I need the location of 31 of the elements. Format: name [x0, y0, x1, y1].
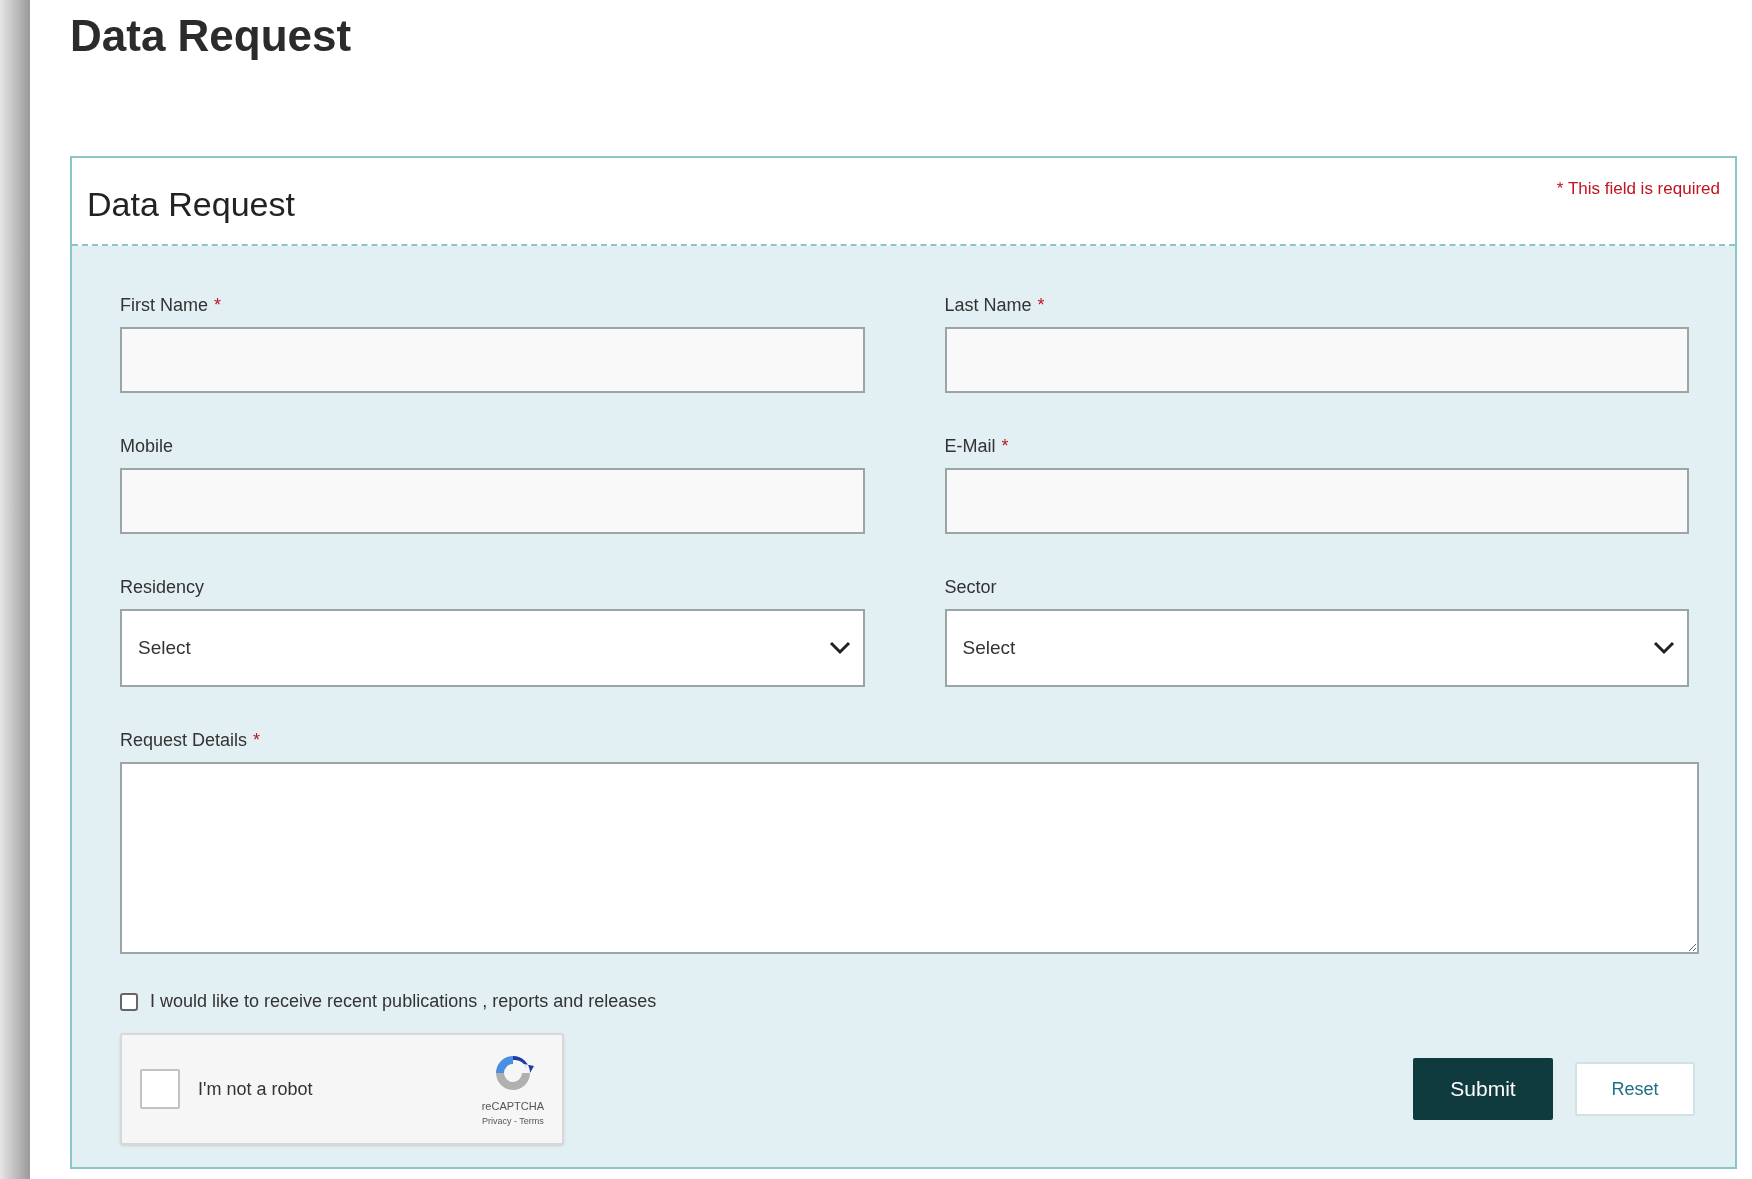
reset-button[interactable]: Reset — [1575, 1062, 1695, 1116]
checkbox-label: I would like to receive recent publications , reports and releases — [150, 990, 657, 1013]
captcha-brand: reCAPTCHA — [481, 1099, 544, 1114]
submit-button[interactable]: Submit — [1413, 1058, 1553, 1120]
select-field[interactable]: Select — [944, 609, 1689, 687]
checkbox[interactable] — [120, 992, 138, 1011]
text-field[interactable] — [120, 327, 865, 393]
chevron-down-icon — [1653, 641, 1675, 655]
required-mark: * — [1001, 435, 1009, 458]
text-field[interactable] — [944, 468, 1689, 534]
select-field[interactable]: Select — [120, 609, 865, 687]
field-label: E-Mail — [944, 435, 996, 458]
form-title: Data Request — [87, 183, 295, 225]
field-label: Mobile — [120, 435, 174, 458]
required-mark: * — [253, 729, 261, 752]
field-label: First Name — [120, 294, 208, 317]
captcha-links[interactable]: Privacy - Terms — [481, 1114, 544, 1128]
required-mark: * — [214, 294, 222, 317]
field-label: Sector — [944, 576, 997, 599]
text-field[interactable] — [120, 468, 865, 534]
required-note: * This field is required — [1556, 178, 1720, 200]
page-title: Data Request — [70, 10, 352, 62]
field-label: Request Details — [120, 729, 248, 752]
request-details-field[interactable] — [120, 762, 1699, 954]
field-label: Residency — [120, 576, 205, 599]
field-label: Last Name — [944, 294, 1032, 317]
captcha-label: I'm not a robot — [198, 1077, 313, 1101]
text-field[interactable] — [944, 327, 1689, 393]
chevron-down-icon — [828, 641, 851, 655]
required-mark: * — [1037, 294, 1045, 317]
captcha-checkbox[interactable] — [140, 1069, 180, 1109]
